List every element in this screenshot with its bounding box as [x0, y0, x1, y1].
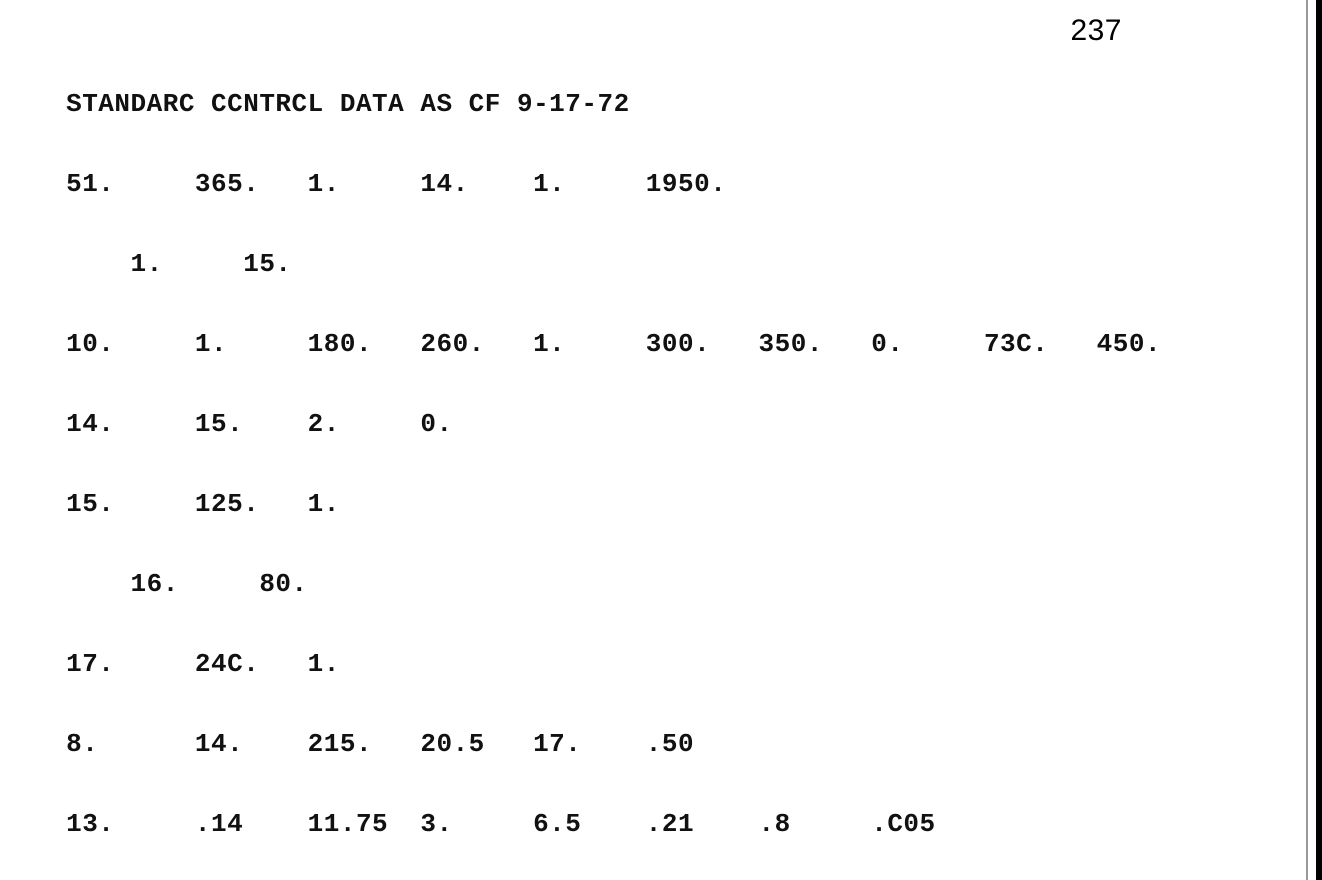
- data-line: 14. 15. 2. 0.: [50, 410, 1177, 438]
- page-edge-shadow: [1316, 0, 1322, 880]
- data-line: 17. 24C. 1.: [50, 650, 1177, 678]
- data-line: 13. .14 11.75 3. 6.5 .21 .8 .C05: [50, 810, 1177, 838]
- data-line: 8. 14. 215. 20.5 17. .50: [50, 730, 1177, 758]
- page-edge-line: [1306, 0, 1308, 880]
- data-sheet: STANDARC CCNTRCL DATA AS CF 9-17-72 51. …: [50, 38, 1177, 880]
- data-line: 1. 15.: [50, 250, 1177, 278]
- data-line: 10. 1. 180. 260. 1. 300. 350. 0. 73C. 45…: [50, 330, 1177, 358]
- data-line: 51. 365. 1. 14. 1. 1950.: [50, 170, 1177, 198]
- data-line: STANDARC CCNTRCL DATA AS CF 9-17-72: [50, 90, 1177, 118]
- data-line: 15. 125. 1.: [50, 490, 1177, 518]
- data-line: 16. 80.: [50, 570, 1177, 598]
